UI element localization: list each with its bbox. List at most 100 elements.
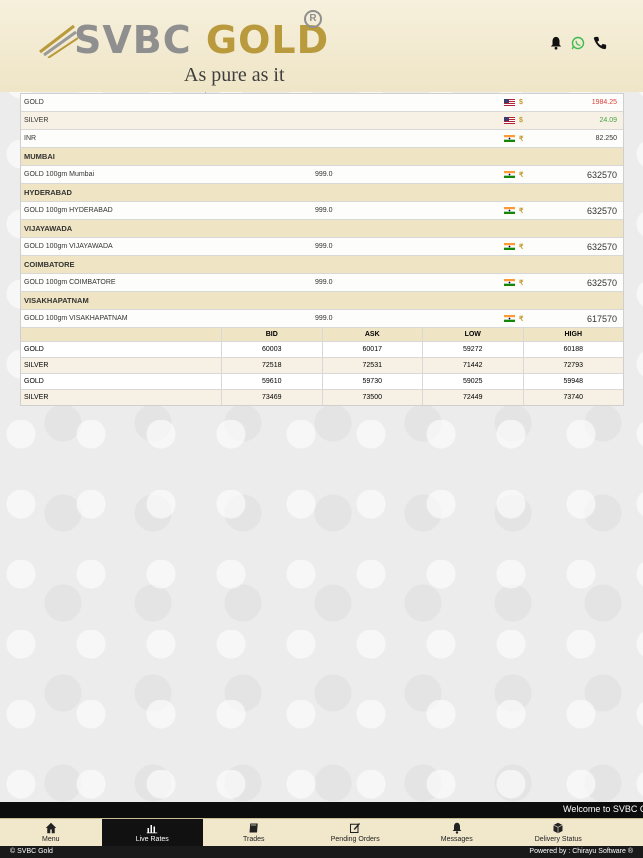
city-title: COIMBATORE	[24, 260, 75, 269]
grid-cell: 59948	[522, 374, 624, 389]
whatsapp-icon[interactable]	[571, 36, 585, 50]
section-header: COIMBATORE	[21, 256, 623, 274]
rate-value: 632570	[586, 277, 617, 288]
grid-row[interactable]: GOLD 60003 60017 59272 60188	[21, 342, 623, 358]
flag-group: ₹	[504, 207, 523, 215]
india-flag-icon	[504, 171, 515, 178]
grid-header-cell: BID	[221, 328, 322, 341]
rate-value: 617570	[586, 313, 617, 324]
india-flag-icon	[504, 207, 515, 214]
nav-label: Trades	[242, 836, 265, 843]
logo-swoosh-icon	[39, 24, 78, 58]
city-title: MUMBAI	[24, 152, 55, 161]
flag-group: ₹	[504, 243, 523, 251]
item-name: GOLD 100gm COIMBATORE	[24, 279, 116, 286]
grid-cell: 72449	[422, 390, 523, 405]
city-rate-row[interactable]: GOLD 100gm VIJAYAWADA 999.0 ₹ 632570	[21, 238, 623, 256]
grid-cell: 73500	[321, 390, 423, 405]
rupee-icon: ₹	[519, 315, 524, 323]
logo[interactable]: SVBC GOLD R As pure as it gets...	[38, 8, 329, 109]
city-rate-row[interactable]: GOLD 100gm Mumbai 999.0 ₹ 632570	[21, 166, 623, 184]
grid-cell: 72793	[522, 358, 624, 373]
rate-value: 632570	[586, 241, 617, 252]
edit-icon	[350, 823, 361, 834]
nav-pending-orders[interactable]: Pending Orders	[305, 819, 407, 847]
header: SVBC GOLD R As pure as it gets...	[0, 0, 643, 109]
item-name: GOLD 100gm Mumbai	[24, 171, 95, 178]
nav-live-rates[interactable]: Live Rates	[101, 819, 203, 847]
city-title: HYDERABAD	[24, 188, 72, 197]
city-rate-row[interactable]: GOLD 100gm VISAKHAPATNAM 999.0 ₹ 617570	[21, 310, 623, 328]
india-flag-icon	[504, 243, 515, 250]
phone-icon[interactable]	[593, 36, 607, 50]
footer-copyright: © SVBC Gold	[10, 848, 53, 855]
nav-trades[interactable]: Trades	[203, 819, 305, 847]
rupee-icon: ₹	[519, 207, 524, 215]
book-icon	[249, 823, 258, 833]
item-name: GOLD 100gm VIJAYAWADA	[24, 243, 113, 250]
registered-mark: R	[304, 10, 322, 28]
grid-row[interactable]: GOLD 59610 59730 59025 59948	[21, 374, 623, 390]
spot-row: INR ₹ 82.250	[21, 130, 623, 148]
nav-label: Pending Orders	[330, 836, 380, 843]
grid-row[interactable]: SILVER 73469 73500 72449 73740	[21, 390, 623, 405]
spot-name: GOLD	[24, 99, 44, 106]
nav-messages[interactable]: Messages	[406, 819, 508, 847]
rupee-icon: ₹	[519, 279, 524, 287]
cube-icon	[553, 822, 563, 834]
nav-menu[interactable]: Menu	[0, 819, 102, 847]
nav-label: Messages	[440, 836, 473, 843]
section-header: MUMBAI	[21, 148, 623, 166]
rupee-icon: ₹	[519, 243, 524, 251]
grid-header-cell: HIGH	[522, 328, 624, 341]
item-name: GOLD 100gm HYDERABAD	[24, 207, 113, 214]
purity: 999.0	[315, 315, 333, 322]
footer-powered-by[interactable]: Powered by : Chirayu Software ®	[529, 848, 633, 855]
flag-group: ₹	[504, 171, 523, 179]
grid-header-cell	[21, 328, 221, 341]
logo-wordmark: SVBC GOLD	[74, 18, 329, 62]
us-flag-icon	[504, 117, 515, 124]
india-flag-icon	[504, 135, 515, 142]
flag-group: $	[504, 117, 523, 124]
grid-row[interactable]: SILVER 72518 72531 71442 72793	[21, 358, 623, 374]
us-flag-icon	[504, 99, 515, 106]
item-name: GOLD 100gm VISAKHAPATNAM	[24, 315, 128, 322]
header-actions	[549, 36, 607, 50]
nav-label: Menu	[41, 836, 60, 843]
spot-row: GOLD $ 1984.25	[21, 94, 623, 112]
section-header: VIJAYAWADA	[21, 220, 623, 238]
currency-icon: ₹	[519, 135, 524, 143]
grid-cell: SILVER	[24, 394, 49, 401]
flag-group: ₹	[504, 279, 523, 287]
nav-label: Live Rates	[135, 836, 169, 843]
spot-row: SILVER $ 24.09	[21, 112, 623, 130]
grid-cell: 59272	[422, 342, 523, 357]
city-title: VISAKHAPATNAM	[24, 296, 89, 305]
spot-name: INR	[24, 135, 37, 142]
grid-cell: 59025	[422, 374, 523, 389]
news-ticker: Welcome to SVBC G	[0, 802, 643, 818]
home-icon	[45, 822, 56, 834]
grid-cell: 59610	[221, 374, 322, 389]
grid-cell: SILVER	[24, 362, 49, 369]
grid-cell: 60188	[522, 342, 624, 357]
rate-value: 632570	[586, 169, 617, 180]
grid-header-cell: ASK	[321, 328, 423, 341]
grid-header: BID ASK LOW HIGH	[21, 328, 623, 342]
grid-cell: 59730	[321, 374, 423, 389]
grid-cell: 60003	[221, 342, 322, 357]
city-rate-row[interactable]: GOLD 100gm COIMBATORE 999.0 ₹ 632570	[21, 274, 623, 292]
bell-icon	[452, 822, 462, 834]
bell-icon[interactable]	[549, 36, 563, 50]
rupee-icon: ₹	[519, 171, 524, 179]
spot-value: 24.09	[599, 117, 617, 124]
bar-chart-icon	[147, 825, 158, 834]
city-rate-row[interactable]: GOLD 100gm HYDERABAD 999.0 ₹ 632570	[21, 202, 623, 220]
ticker-text: Welcome to SVBC G	[563, 804, 643, 814]
grid-cell: 71442	[422, 358, 523, 373]
rate-value: 632570	[586, 205, 617, 216]
grid-header-cell: LOW	[422, 328, 523, 341]
city-title: VIJAYAWADA	[24, 224, 73, 233]
nav-delivery-status[interactable]: Delivery Status	[508, 819, 610, 847]
